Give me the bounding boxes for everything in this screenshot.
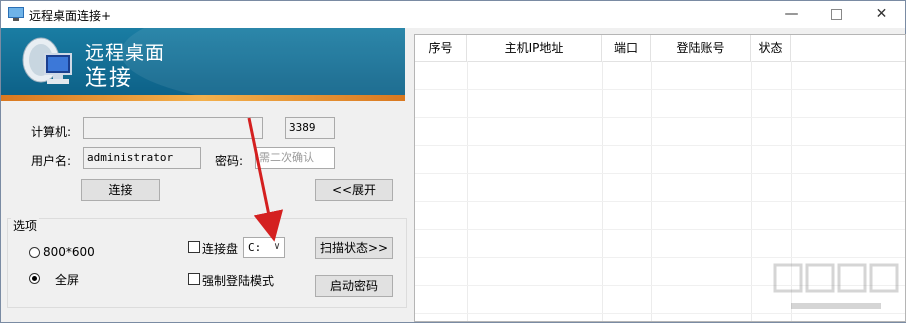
grid-line	[751, 61, 752, 321]
maximize-button[interactable]	[814, 1, 859, 28]
column-header-port[interactable]: 端口	[602, 35, 651, 61]
computer-input[interactable]	[83, 117, 263, 139]
close-button[interactable]: ✕	[859, 1, 904, 28]
scan-status-button[interactable]: 扫描状态>>	[315, 237, 393, 259]
password-input[interactable]: 需二次确认	[255, 147, 335, 169]
maximize-icon	[831, 8, 842, 20]
radio-fullscreen-label: 全屏	[55, 273, 80, 287]
connect-drive-label: 连接盘	[202, 242, 239, 256]
grid-line	[467, 61, 468, 321]
table-header: 序号 主机IP地址 端口 登陆账号 状态	[415, 35, 905, 62]
radio-800x600[interactable]	[29, 247, 40, 258]
grid-line	[415, 173, 905, 174]
title-bar[interactable]: 远程桌面连接+ — ✕	[1, 1, 905, 28]
drive-select-value: C:	[248, 241, 262, 254]
column-header-index[interactable]: 序号	[415, 35, 467, 61]
app-window: 远程桌面连接+ — ✕ 远程桌面 连接 计算机: 3389 用户名: admin…	[0, 0, 906, 323]
connect-button[interactable]: 连接	[81, 179, 160, 201]
options-group-title: 选项	[11, 217, 40, 234]
window-title: 远程桌面连接+	[29, 9, 112, 23]
app-icon	[8, 7, 24, 21]
radio-fullscreen[interactable]	[29, 273, 40, 284]
password-label: 密码:	[215, 154, 244, 168]
drive-select[interactable]: C: ∨	[243, 237, 285, 258]
grid-line	[415, 257, 905, 258]
grid-line	[415, 89, 905, 90]
start-password-button[interactable]: 启动密码	[315, 275, 393, 297]
username-label: 用户名:	[31, 154, 72, 168]
force-login-checkbox[interactable]	[188, 273, 200, 285]
satellite-monitor-icon	[22, 37, 72, 84]
watermark-logo	[773, 263, 899, 309]
chevron-down-icon: ∨	[273, 241, 280, 252]
grid-line	[602, 61, 603, 321]
grid-line	[415, 117, 905, 118]
grid-line	[415, 201, 905, 202]
connect-drive-checkbox[interactable]	[188, 241, 200, 253]
connection-panel: 远程桌面 连接 计算机: 3389 用户名: administrator 密码:…	[1, 28, 407, 322]
banner-stripe	[1, 95, 405, 101]
banner: 远程桌面 连接	[1, 28, 405, 101]
computer-label: 计算机:	[31, 125, 72, 139]
port-input[interactable]: 3389	[285, 117, 335, 139]
grid-line	[415, 145, 905, 146]
force-login-label: 强制登陆模式	[202, 274, 275, 288]
grid-line	[651, 61, 652, 321]
banner-title-line2: 连接	[85, 66, 134, 91]
column-header-host-ip[interactable]: 主机IP地址	[467, 35, 602, 61]
grid-line	[415, 229, 905, 230]
expand-button[interactable]: <<展开	[315, 179, 393, 201]
column-header-status[interactable]: 状态	[751, 35, 791, 61]
username-input[interactable]: administrator	[83, 147, 201, 169]
column-header-account[interactable]: 登陆账号	[651, 35, 751, 61]
minimize-button[interactable]: —	[769, 1, 814, 28]
radio-800x600-label: 800*600	[43, 245, 95, 259]
